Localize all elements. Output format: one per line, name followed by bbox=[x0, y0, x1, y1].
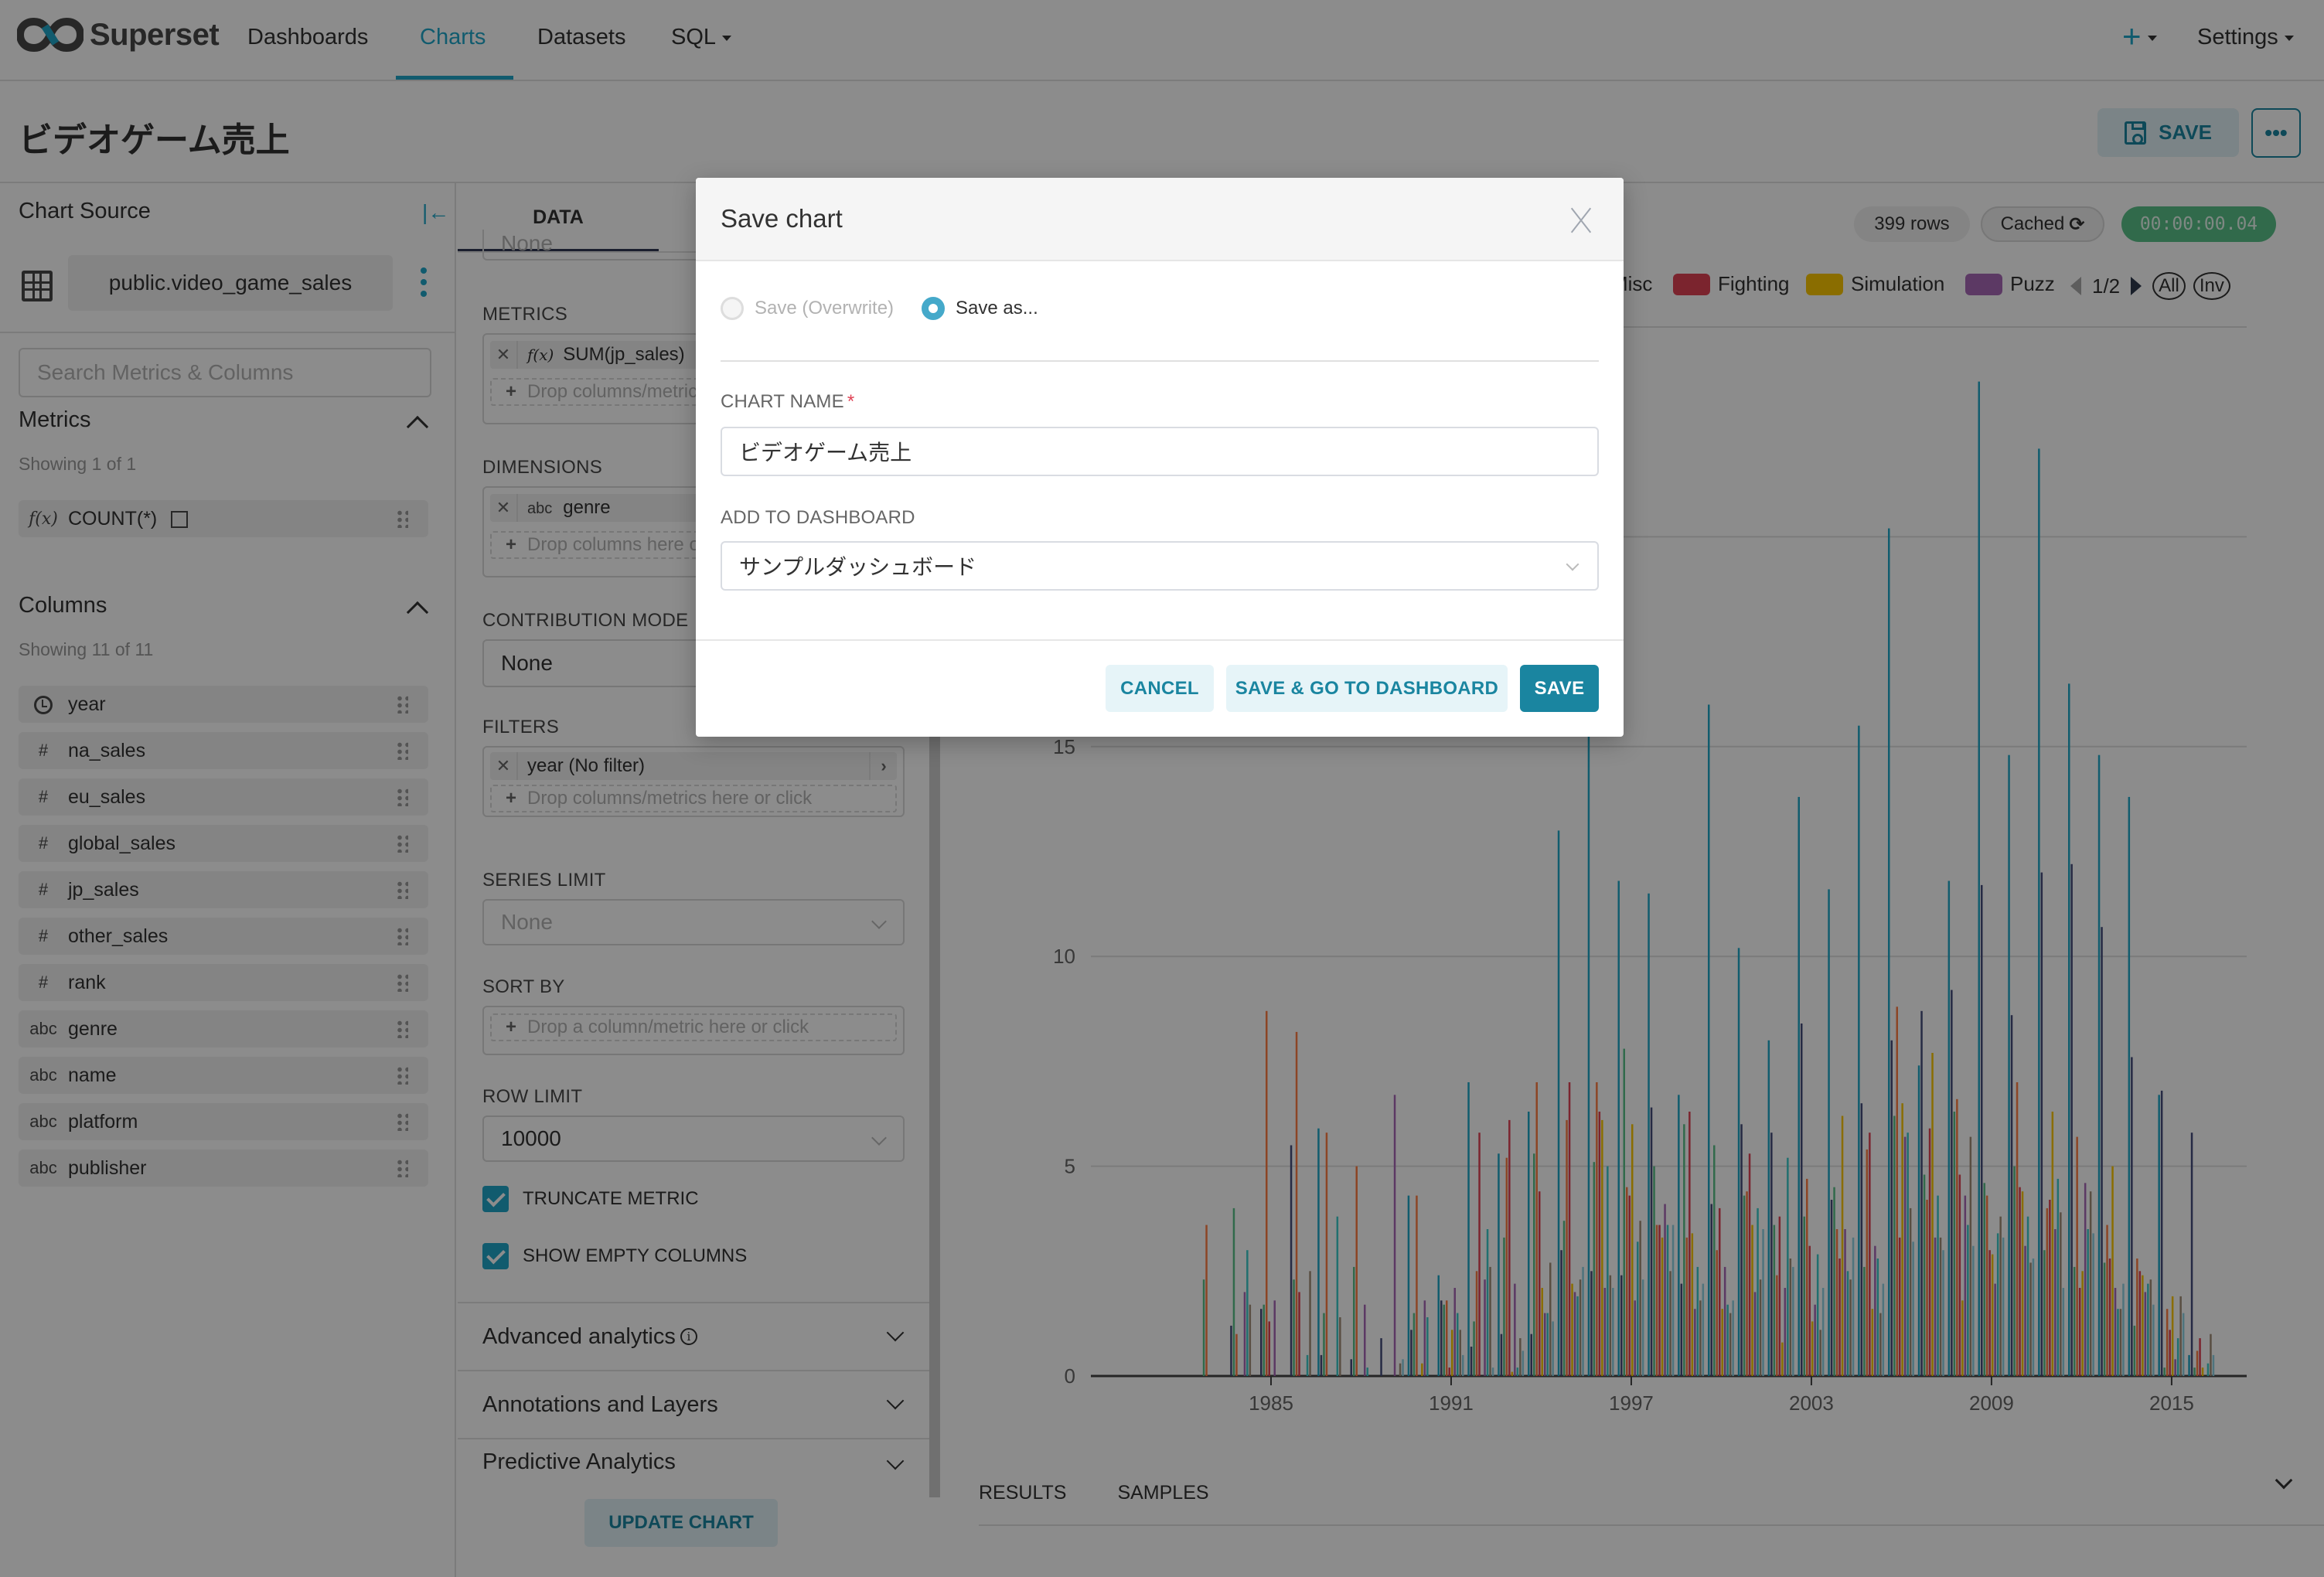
chart-name-label-text: CHART NAME bbox=[721, 391, 844, 412]
modal-header: Save chart bbox=[696, 178, 1624, 261]
divider bbox=[721, 360, 1599, 362]
explore-page: Superset Dashboards Charts Datasets SQL … bbox=[0, 0, 2324, 1577]
required-indicator: * bbox=[847, 391, 855, 412]
modal-title: Save chart bbox=[721, 204, 843, 233]
modal-footer-divider bbox=[696, 639, 1624, 641]
chart-name-input[interactable]: ビデオゲーム売上 bbox=[721, 427, 1599, 476]
save-and-go-to-dashboard-button[interactable]: SAVE & GO TO DASHBOARD bbox=[1226, 665, 1508, 712]
radio-save-as[interactable] bbox=[922, 297, 946, 320]
chart-name-label: CHART NAME * bbox=[721, 391, 854, 413]
save-button[interactable]: SAVE bbox=[1520, 665, 1599, 712]
radio-overwrite[interactable] bbox=[721, 297, 744, 320]
radio-save-as-label: Save as... bbox=[956, 298, 1038, 318]
save-chart-modal: Save chart Save (Overwrite) Save as... C… bbox=[696, 178, 1624, 737]
radio-overwrite-label: Save (Overwrite) bbox=[755, 298, 895, 318]
cancel-button[interactable]: CANCEL bbox=[1106, 665, 1214, 712]
close-icon[interactable] bbox=[1568, 207, 1594, 233]
save-mode-radio-group: Save (Overwrite) Save as... bbox=[721, 297, 1038, 320]
chevron-down-icon bbox=[1566, 557, 1579, 571]
dashboard-value: サンプルダッシュボード bbox=[739, 555, 977, 579]
dashboard-label: ADD TO DASHBOARD bbox=[721, 507, 915, 528]
chart-name-value: ビデオゲーム売上 bbox=[739, 441, 912, 465]
dashboard-select[interactable]: サンプルダッシュボード bbox=[721, 541, 1599, 591]
